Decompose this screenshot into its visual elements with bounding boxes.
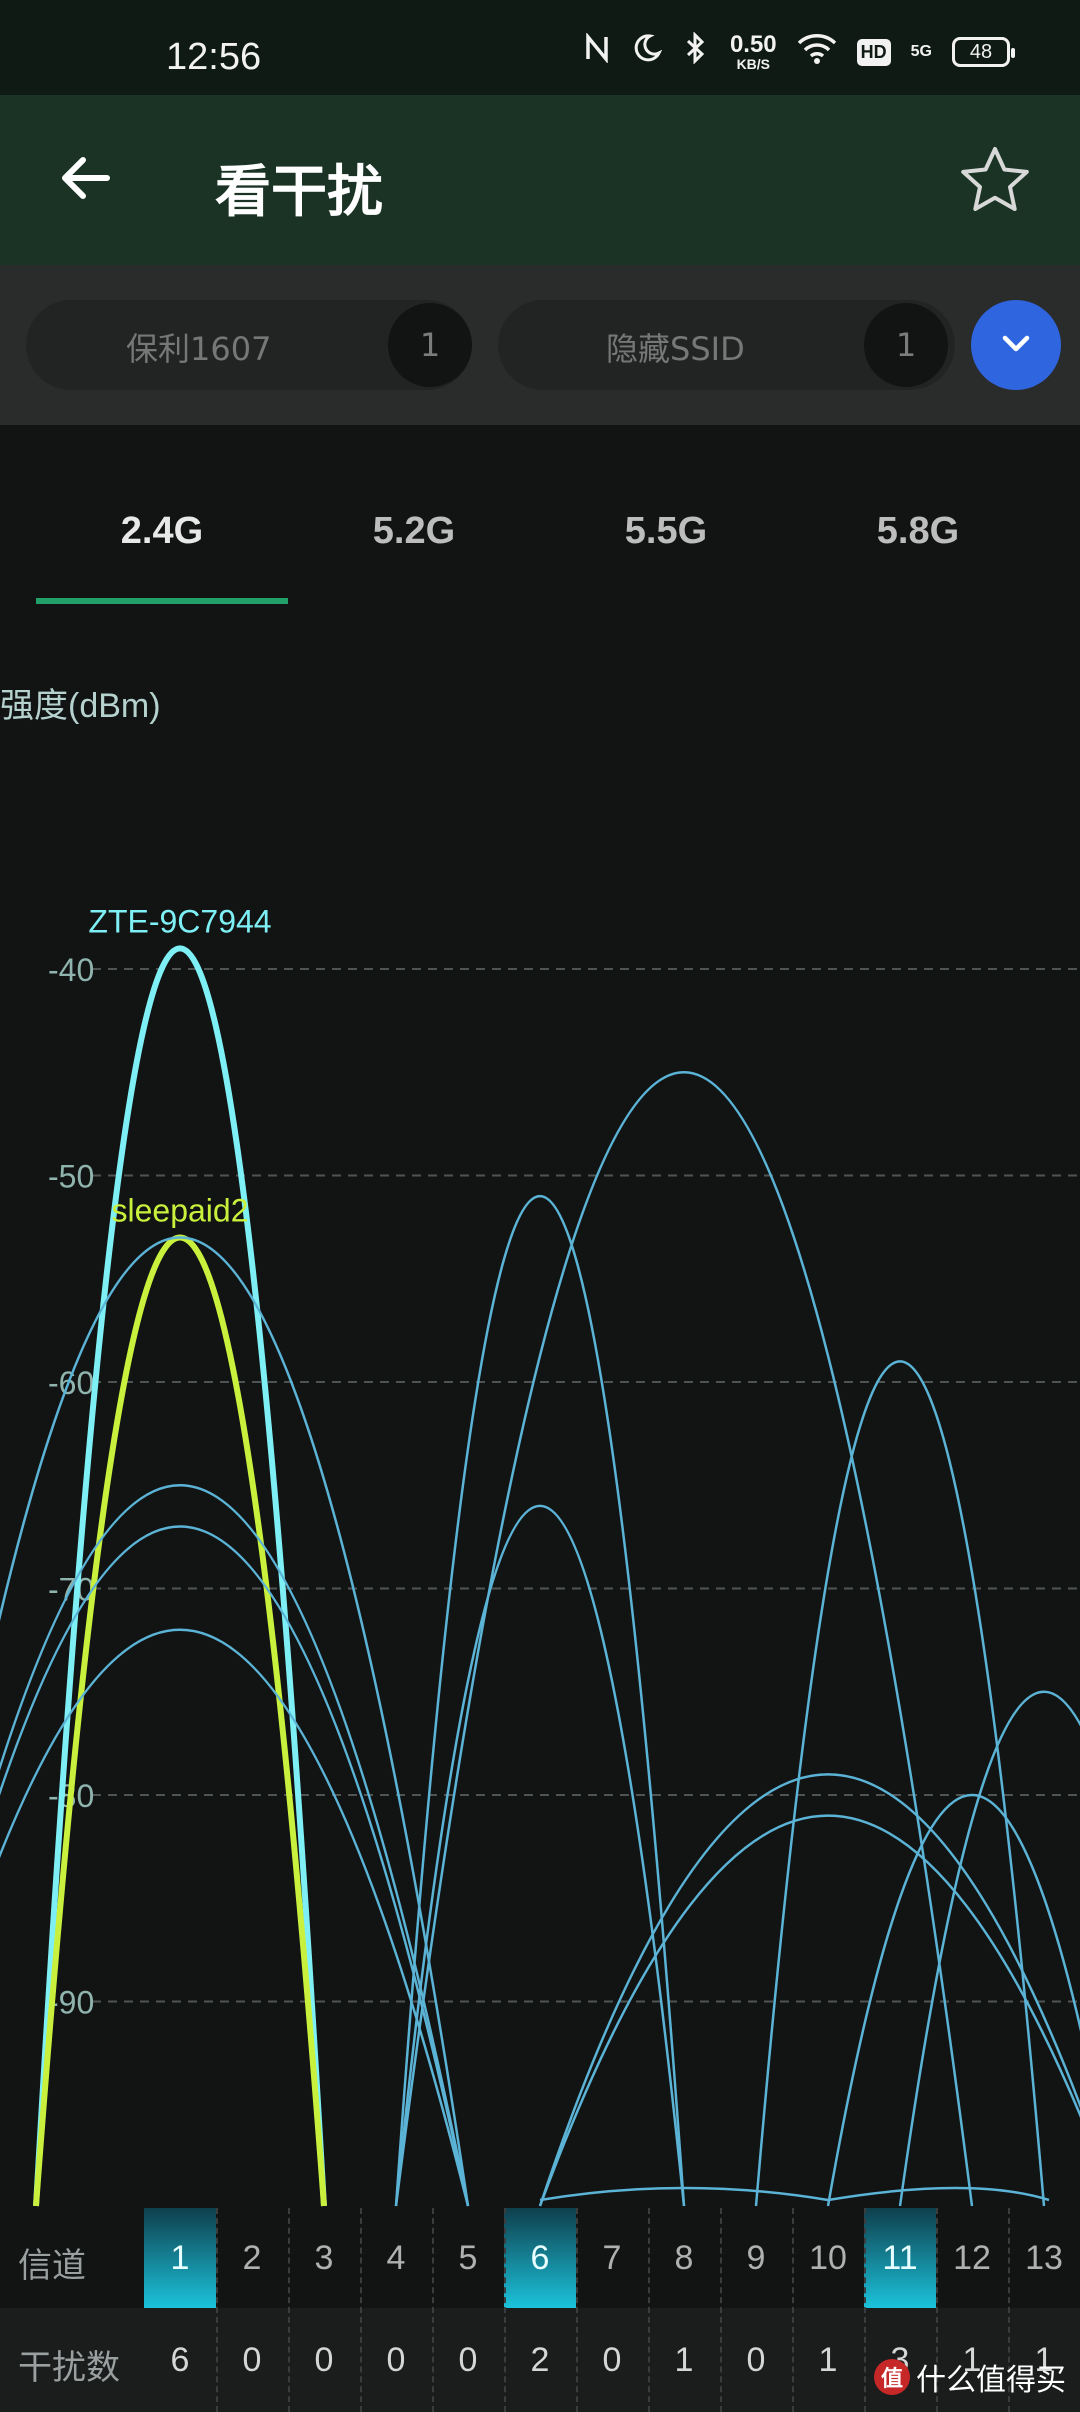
column-divider	[792, 2208, 794, 2412]
network-curve	[538, 1773, 1080, 2207]
signal-icon: 5G	[910, 43, 932, 60]
tab-5-8g[interactable]: 5.8G	[792, 510, 1044, 553]
interference-count: 0	[242, 2340, 262, 2379]
tab-5-5g[interactable]: 5.5G	[540, 510, 792, 553]
band-tabs: 2.4G 5.2G 5.5G 5.8G	[0, 470, 1080, 610]
ssid-chip[interactable]: 隐藏SSID 1	[498, 300, 955, 390]
channel-cell: 8	[674, 2238, 694, 2277]
channel-cell: 12	[953, 2238, 991, 2277]
expand-button[interactable]	[971, 300, 1061, 390]
y-axis-title: 强度(dBm)	[0, 687, 161, 725]
channel-cell: 5	[458, 2238, 478, 2277]
column-divider	[720, 2208, 722, 2412]
tab-indicator	[36, 598, 288, 604]
channel-cell: 11	[864, 2208, 936, 2308]
battery-icon: 48	[952, 37, 1015, 67]
column-divider	[864, 2208, 866, 2412]
signal-chart: -40-50-60-70-80-90 ZTE-9C7944sleepaid2	[0, 903, 1080, 2207]
interference-count: 6	[170, 2340, 190, 2379]
ssid-filter-bar: 保利1607 1 隐藏SSID 1	[0, 265, 1080, 425]
channel-cell: 2	[242, 2238, 262, 2277]
tab-5-2g[interactable]: 5.2G	[288, 510, 540, 553]
status-icons: 0.50 KB/S HD 5G 48	[582, 30, 1015, 74]
moon-icon	[632, 33, 663, 71]
interference-count: 1	[674, 2340, 694, 2379]
network-label: sleepaid2	[112, 1192, 249, 1228]
y-tick-label: -60	[48, 1365, 94, 1401]
network-curve	[538, 1814, 1080, 2207]
channel-cell: 13	[1025, 2238, 1063, 2277]
interference-count: 0	[602, 2340, 622, 2379]
bluetooth-icon	[682, 31, 710, 72]
interference-count: 0	[746, 2340, 766, 2379]
network-speed: 0.50 KB/S	[729, 31, 777, 72]
interference-count: 0	[458, 2340, 478, 2379]
network-curve	[898, 1690, 1080, 2207]
interference-row-label: 干扰数	[18, 2348, 120, 2388]
wifi-icon	[797, 32, 837, 72]
column-divider	[216, 2208, 218, 2412]
column-divider	[504, 2208, 506, 2412]
channel-cell: 9	[746, 2238, 766, 2277]
back-arrow-icon	[57, 150, 113, 210]
interference-count: 0	[314, 2340, 334, 2379]
channel-cell: 7	[602, 2238, 622, 2277]
interference-count: 0	[386, 2340, 406, 2379]
app-bar: 看干扰	[0, 95, 1080, 265]
network-label: ZTE-9C7944	[88, 903, 271, 939]
network-curve	[394, 1071, 974, 2207]
y-tick-label: -50	[48, 1159, 94, 1195]
interference-count: 1	[818, 2340, 838, 2379]
interference-count: 2	[530, 2340, 550, 2379]
favorite-button[interactable]	[955, 143, 1035, 223]
channel-cell: 10	[809, 2238, 847, 2277]
watermark-logo: 值	[874, 2359, 910, 2395]
tab-2-4g[interactable]: 2.4G	[36, 510, 288, 553]
star-outline-icon	[958, 144, 1032, 222]
page-title: 看干扰	[215, 160, 383, 225]
ssid-chip[interactable]: 保利1607 1	[26, 300, 472, 390]
column-divider	[288, 2208, 290, 2412]
watermark: 值 什么值得买	[874, 2355, 1066, 2399]
ssid-chip-count: 1	[864, 303, 948, 387]
ssid-chip-count: 1	[388, 303, 472, 387]
column-divider	[648, 2208, 650, 2412]
hd-icon: HD	[856, 38, 891, 66]
ssid-chip-name: 隐藏SSID	[606, 330, 745, 368]
chevron-down-icon	[996, 323, 1036, 367]
ssid-chip-name: 保利1607	[126, 330, 272, 368]
channel-row: 信道 1 2 3 4 5 6 7 8 9 10 11 12 13	[0, 2208, 1080, 2308]
status-bar: 12:56 0.50 KB/S HD 5G 48	[0, 0, 1080, 95]
channel-cell: 3	[314, 2238, 334, 2277]
status-time: 12:56	[166, 36, 262, 78]
network-curve	[539, 2186, 1050, 2202]
column-divider	[360, 2208, 362, 2412]
column-divider	[432, 2208, 434, 2412]
network-curve	[394, 1195, 686, 2207]
nfc-icon	[582, 32, 612, 71]
column-divider	[576, 2208, 578, 2412]
network-curve	[0, 1525, 470, 2207]
network-curve	[754, 1360, 1046, 2207]
channel-cell: 1	[144, 2208, 216, 2308]
channel-cell: 6	[504, 2208, 576, 2308]
y-tick-label: -40	[48, 952, 94, 988]
watermark-text: 什么值得买	[916, 2363, 1066, 2398]
channel-cell: 4	[386, 2238, 406, 2277]
back-button[interactable]	[50, 145, 120, 215]
channel-row-label: 信道	[18, 2246, 86, 2286]
